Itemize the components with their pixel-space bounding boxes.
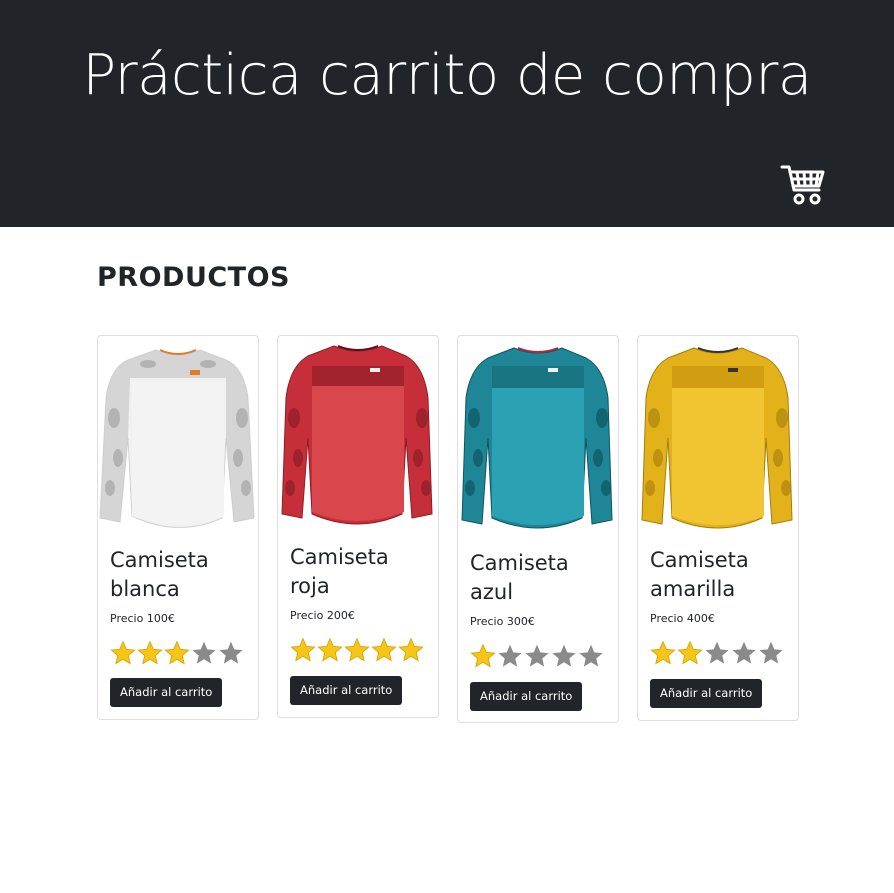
star-empty-icon bbox=[552, 644, 576, 667]
star-filled-icon bbox=[398, 637, 424, 662]
rating-stars bbox=[110, 640, 244, 666]
shirt-red-image bbox=[281, 345, 433, 525]
product-name: Camiseta roja bbox=[290, 545, 389, 598]
star-empty-icon bbox=[732, 641, 756, 664]
star-empty-icon bbox=[579, 644, 603, 667]
star-empty-icon bbox=[192, 641, 216, 664]
star-filled-icon bbox=[470, 643, 496, 668]
section-title: PRODUCTOS bbox=[97, 262, 290, 293]
product-price: Precio 300€ bbox=[470, 615, 535, 628]
star-empty-icon bbox=[525, 644, 549, 667]
product-name: Camiseta blanca bbox=[110, 548, 209, 601]
page-title: Práctica carrito de compra bbox=[82, 43, 812, 108]
product-price: Precio 200€ bbox=[290, 609, 355, 622]
star-filled-icon bbox=[110, 640, 136, 665]
add-to-cart-button[interactable]: Añadir al carrito bbox=[470, 682, 583, 711]
page-header: Práctica carrito de compra bbox=[0, 0, 894, 227]
shirt-white-image bbox=[99, 349, 255, 528]
product-price: Precio 400€ bbox=[650, 612, 715, 625]
product-card: Camiseta amarilla Precio 400€ Añadir al … bbox=[637, 335, 799, 721]
star-filled-icon bbox=[164, 640, 190, 665]
shopping-cart-icon[interactable] bbox=[780, 162, 826, 206]
star-empty-icon bbox=[219, 641, 243, 664]
star-filled-icon bbox=[317, 637, 343, 662]
product-card: Camiseta azul Precio 300€ Añadir al carr… bbox=[457, 335, 619, 723]
star-empty-icon bbox=[705, 641, 729, 664]
product-name: Camiseta azul bbox=[470, 551, 569, 604]
add-to-cart-button[interactable]: Añadir al carrito bbox=[290, 676, 403, 705]
rating-stars bbox=[470, 643, 604, 669]
rating-stars bbox=[650, 640, 784, 666]
shirt-teal-image bbox=[461, 347, 613, 529]
shirt-yellow-image bbox=[641, 347, 793, 529]
star-empty-icon bbox=[759, 641, 783, 664]
star-filled-icon bbox=[677, 640, 703, 665]
star-filled-icon bbox=[650, 640, 676, 665]
add-to-cart-button[interactable]: Añadir al carrito bbox=[650, 679, 763, 708]
rating-stars bbox=[290, 637, 424, 663]
product-card: Camiseta roja Precio 200€ Añadir al carr… bbox=[277, 335, 439, 718]
star-filled-icon bbox=[290, 637, 316, 662]
star-filled-icon bbox=[344, 637, 370, 662]
product-name: Camiseta amarilla bbox=[650, 548, 749, 601]
star-filled-icon bbox=[371, 637, 397, 662]
star-filled-icon bbox=[137, 640, 163, 665]
add-to-cart-button[interactable]: Añadir al carrito bbox=[110, 678, 223, 707]
product-price: Precio 100€ bbox=[110, 612, 175, 625]
star-empty-icon bbox=[498, 644, 522, 667]
product-card: Camiseta blanca Precio 100€ Añadir al ca… bbox=[97, 335, 259, 720]
